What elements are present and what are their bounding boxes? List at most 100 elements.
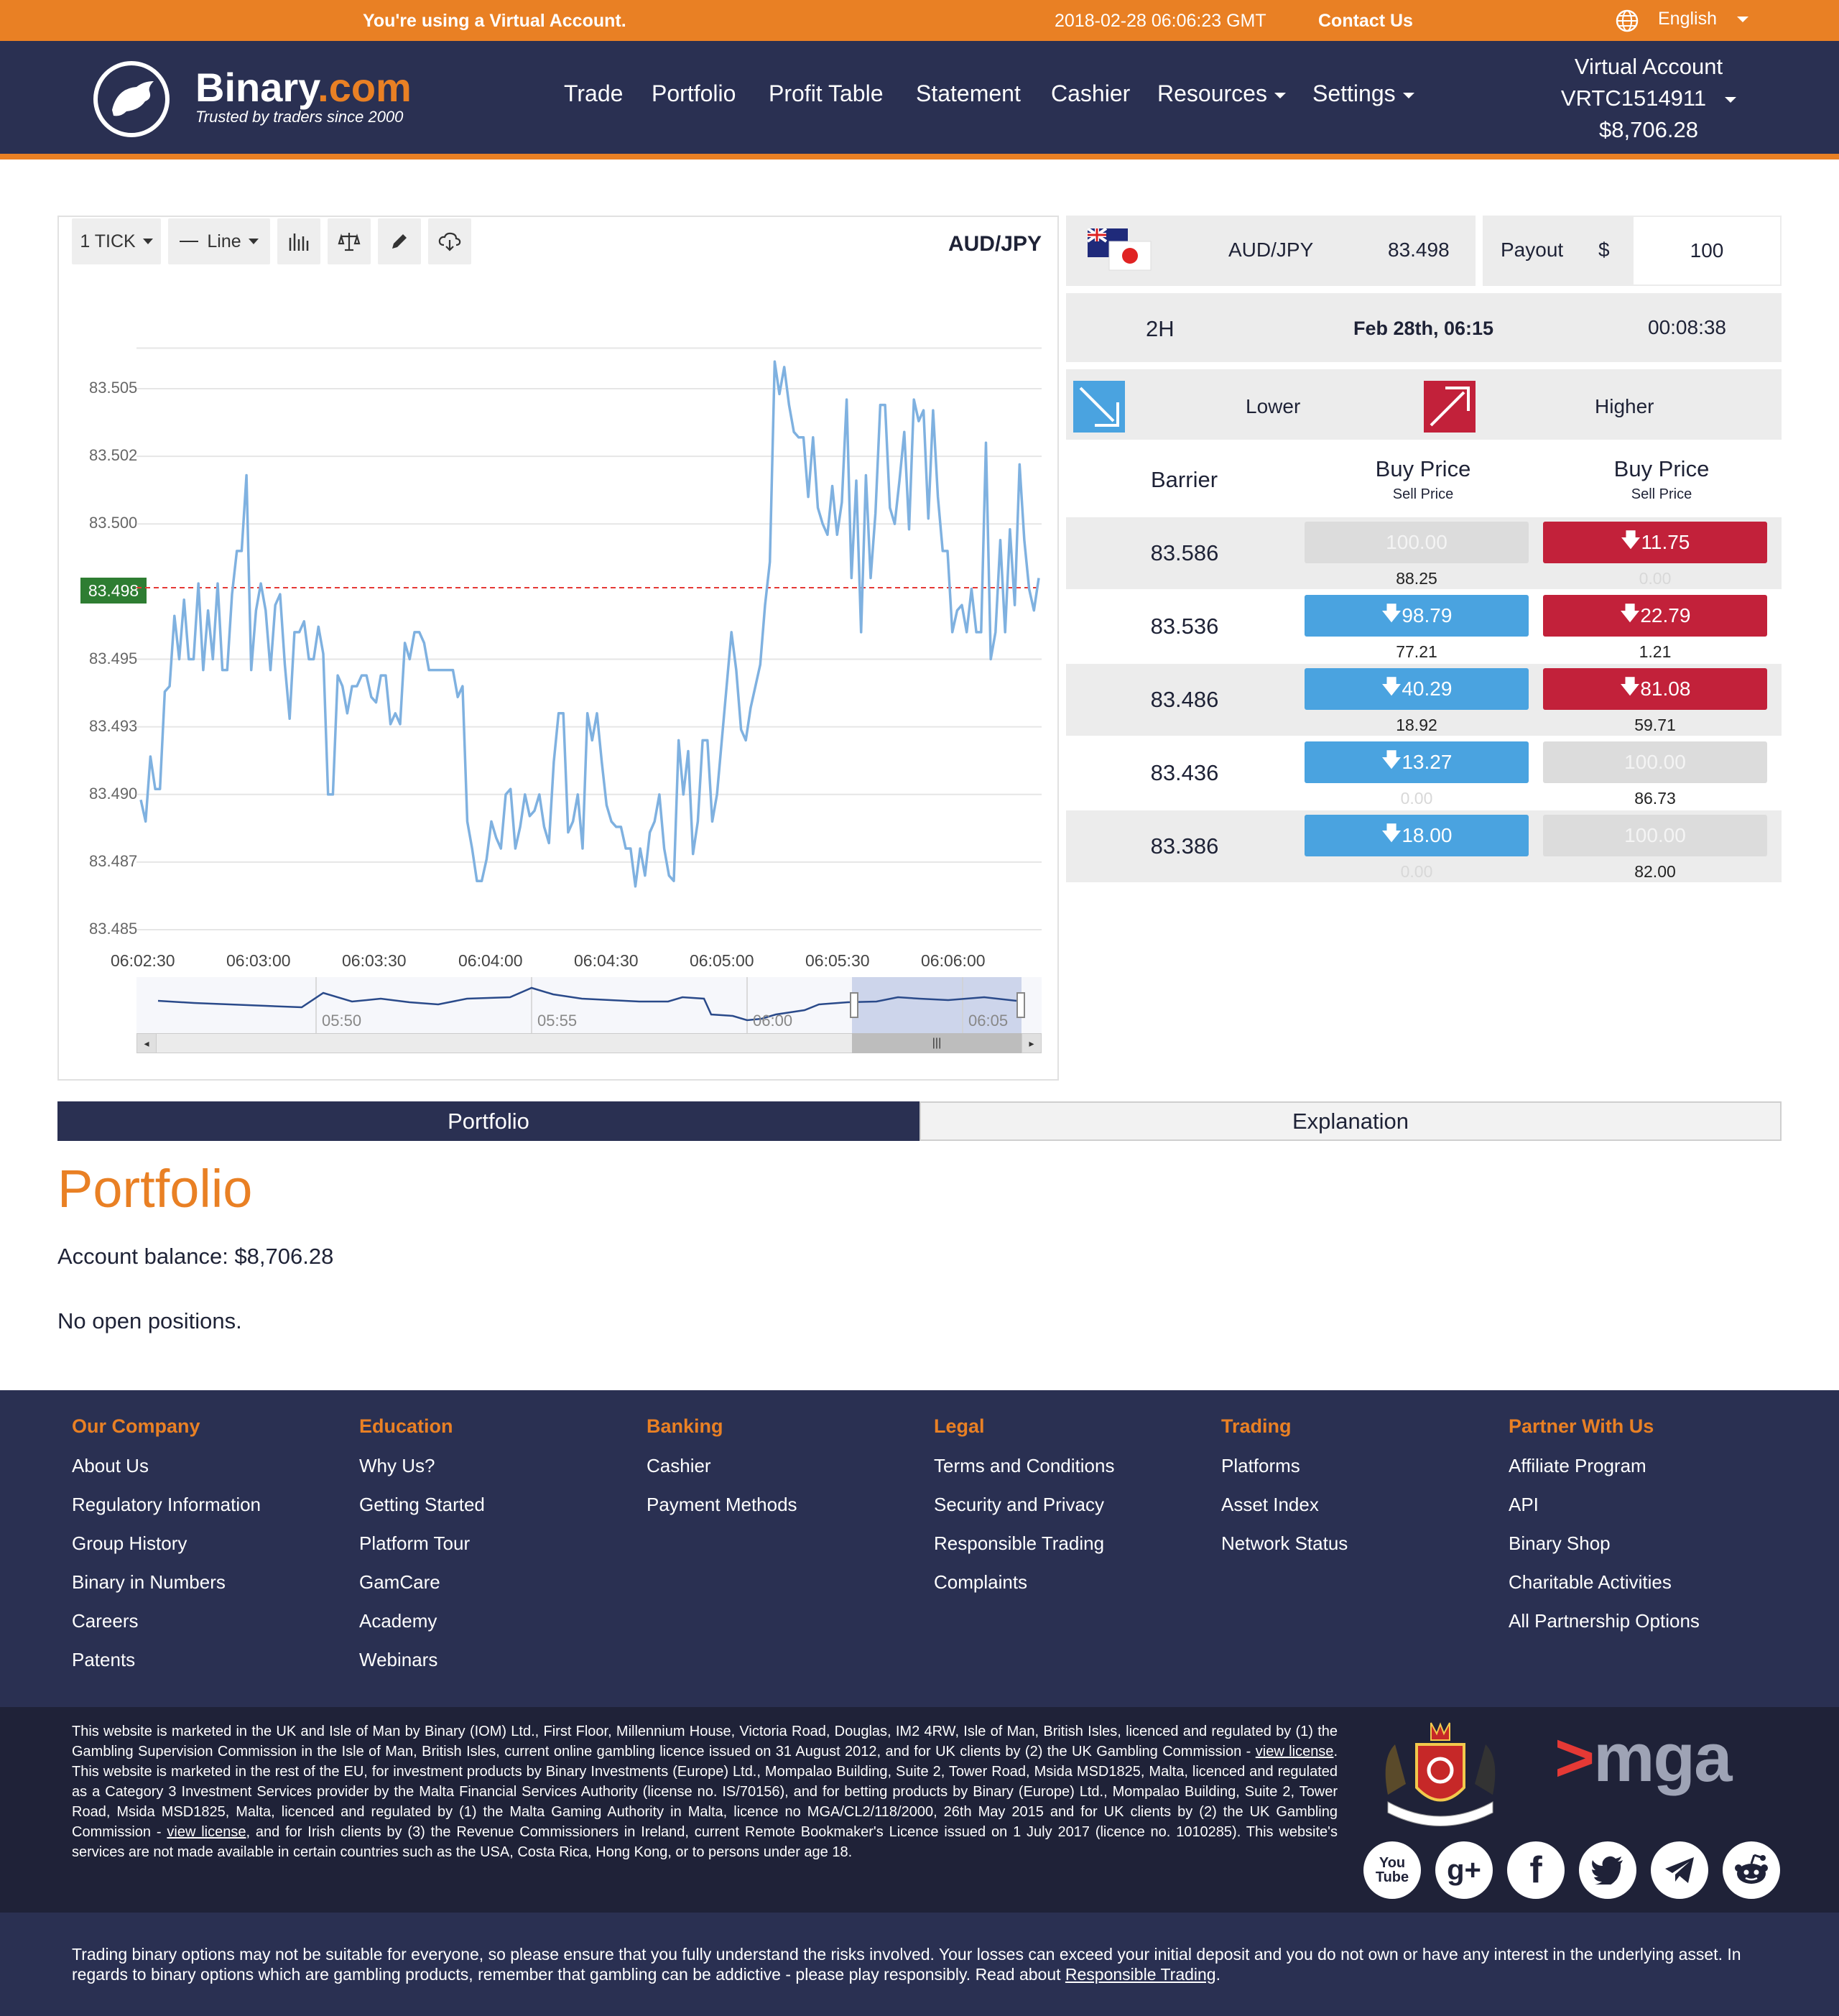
navigator-label: 06:00 [753, 1012, 793, 1030]
risk-warning-text: Trading binary options may not be suitab… [72, 1945, 1741, 1984]
footer-link[interactable]: Getting Started [359, 1494, 485, 1516]
payout-input[interactable]: 100 [1634, 217, 1780, 285]
footer-link[interactable]: Network Status [1221, 1532, 1348, 1555]
footer-link[interactable]: All Partnership Options [1509, 1610, 1700, 1632]
legal-text: This website is marketed in the UK and I… [72, 1724, 1338, 1860]
price-value: 100.00 [1386, 531, 1447, 553]
language-selector[interactable]: English [1658, 9, 1748, 29]
footer-link[interactable]: Regulatory Information [72, 1494, 261, 1516]
chevron-down-icon [1274, 92, 1286, 98]
higher-buy-button[interactable]: 🡇 11.75 [1543, 522, 1767, 563]
footer-link[interactable]: Group History [72, 1532, 187, 1555]
mga-logo-text: mga [1593, 1719, 1732, 1796]
arrow-down-icon: 🡇 [1381, 602, 1402, 624]
lower-sell-price: 18.92 [1396, 716, 1437, 734]
tab-explanation[interactable]: Explanation [920, 1101, 1782, 1141]
footer-link[interactable]: Careers [72, 1610, 138, 1632]
footer-link[interactable]: Affiliate Program [1509, 1455, 1646, 1477]
higher-price-header: Buy Price Sell Price [1543, 456, 1780, 503]
x-tick-label: 06:05:30 [805, 951, 870, 970]
higher-buy-button[interactable]: 🡇 81.08 [1543, 668, 1767, 710]
portfolio-title: Portfolio [57, 1159, 253, 1219]
price-chart[interactable] [0, 0, 1063, 948]
contact-us-link[interactable]: Contact Us [1318, 11, 1413, 32]
tab-portfolio[interactable]: Portfolio [57, 1101, 920, 1141]
navigator-sparkline [157, 977, 1025, 1033]
footer-link[interactable]: About Us [72, 1455, 149, 1477]
footer-link[interactable]: Cashier [647, 1455, 711, 1477]
google-plus-icon[interactable]: g+ [1435, 1841, 1493, 1899]
footer-link[interactable]: Terms and Conditions [934, 1455, 1114, 1477]
scroll-right-icon[interactable]: ▸ [1022, 1033, 1042, 1053]
youtube-icon[interactable]: You Tube [1363, 1841, 1421, 1899]
nav-resources-label: Resources [1157, 80, 1267, 106]
scroll-left-icon[interactable]: ◂ [136, 1033, 157, 1053]
footer-link[interactable]: Patents [72, 1649, 135, 1671]
lower-buy-button[interactable]: 🡇 98.79 [1305, 595, 1529, 637]
higher-sell-price: 59.71 [1634, 716, 1676, 734]
higher-sell-price: 86.73 [1634, 789, 1676, 808]
duration-value[interactable]: 2H [1146, 316, 1175, 342]
price-value: 40.29 [1402, 678, 1453, 700]
footer-link[interactable]: Academy [359, 1610, 437, 1632]
price-value: 22.79 [1640, 604, 1691, 626]
account-id: VRTC1514911 [1560, 85, 1707, 111]
footer-link[interactable]: Platform Tour [359, 1532, 470, 1555]
footer-link[interactable]: Security and Privacy [934, 1494, 1104, 1516]
account-menu[interactable]: Virtual Account VRTC1514911 $8,706.28 [1544, 51, 1753, 146]
footer-link[interactable]: Complaints [934, 1571, 1027, 1594]
lower-buy-button[interactable]: 🡇 13.27 [1305, 741, 1529, 783]
portfolio-balance: Account balance: $8,706.28 [57, 1244, 334, 1269]
price-value: 100.00 [1624, 751, 1686, 773]
higher-buy-button[interactable]: 🡇 22.79 [1543, 595, 1767, 637]
barrier-value: 83.536 [1150, 614, 1219, 639]
price-value: 13.27 [1402, 751, 1453, 773]
language-label: English [1658, 9, 1717, 29]
arrow-up-right-icon [1424, 381, 1476, 433]
aud-jpy-flag-icon [1088, 228, 1152, 271]
x-tick-label: 06:03:30 [342, 951, 407, 970]
footer-link[interactable]: Charitable Activities [1509, 1571, 1672, 1594]
x-tick-label: 06:02:30 [111, 951, 175, 970]
chevron-down-icon [1402, 92, 1414, 98]
twitter-icon[interactable] [1579, 1841, 1636, 1899]
nav-settings[interactable]: Settings [1312, 80, 1414, 107]
footer-link[interactable]: Binary in Numbers [72, 1571, 226, 1594]
arrow-down-icon: 🡇 [1619, 675, 1641, 698]
lower-buy-button[interactable]: 🡇 40.29 [1305, 668, 1529, 710]
navigator-label: 05:55 [537, 1012, 578, 1030]
chevron-down-icon [1725, 96, 1737, 103]
footer-link[interactable]: Binary Shop [1509, 1532, 1611, 1555]
scrollbar-thumb[interactable]: ||| [852, 1033, 1022, 1053]
price-line [139, 360, 1040, 888]
nav-resources[interactable]: Resources [1157, 80, 1286, 107]
telegram-icon[interactable] [1651, 1841, 1708, 1899]
footer-link[interactable]: Payment Methods [647, 1494, 797, 1516]
x-tick-label: 06:04:30 [574, 951, 639, 970]
account-id-row: VRTC1514911 [1544, 83, 1753, 114]
footer-column-title: Banking [647, 1415, 723, 1437]
view-license-link[interactable]: view license [1256, 1744, 1334, 1760]
footer-link[interactable]: Asset Index [1221, 1494, 1319, 1516]
price-value: 11.75 [1641, 531, 1690, 553]
footer-link[interactable]: Webinars [359, 1649, 437, 1671]
responsible-trading-link[interactable]: Responsible Trading [1065, 1965, 1216, 1984]
footer-link[interactable]: Platforms [1221, 1455, 1300, 1477]
buy-price-header: Buy Price [1613, 456, 1710, 481]
nav-settings-label: Settings [1312, 80, 1396, 106]
higher-sell-price: 0.00 [1639, 569, 1672, 588]
lower-buy-button[interactable]: 🡇 18.00 [1305, 815, 1529, 856]
reddit-icon[interactable] [1723, 1841, 1780, 1899]
portfolio-empty: No open positions. [57, 1308, 242, 1333]
higher-buy-button: 100.00 [1543, 741, 1767, 783]
footer-link[interactable]: Why Us? [359, 1455, 435, 1477]
sell-price-header: Sell Price [1631, 486, 1692, 502]
expiry-time[interactable]: Feb 28th, 06:15 [1353, 318, 1493, 340]
facebook-icon[interactable]: f [1507, 1841, 1565, 1899]
footer-link[interactable]: GamCare [359, 1571, 440, 1594]
barrier-value: 83.436 [1150, 760, 1219, 785]
footer-link[interactable]: API [1509, 1494, 1539, 1516]
footer-link[interactable]: Responsible Trading [934, 1532, 1104, 1555]
view-license-link[interactable]: view license [167, 1824, 246, 1840]
arrow-down-icon: 🡇 [1381, 749, 1402, 771]
